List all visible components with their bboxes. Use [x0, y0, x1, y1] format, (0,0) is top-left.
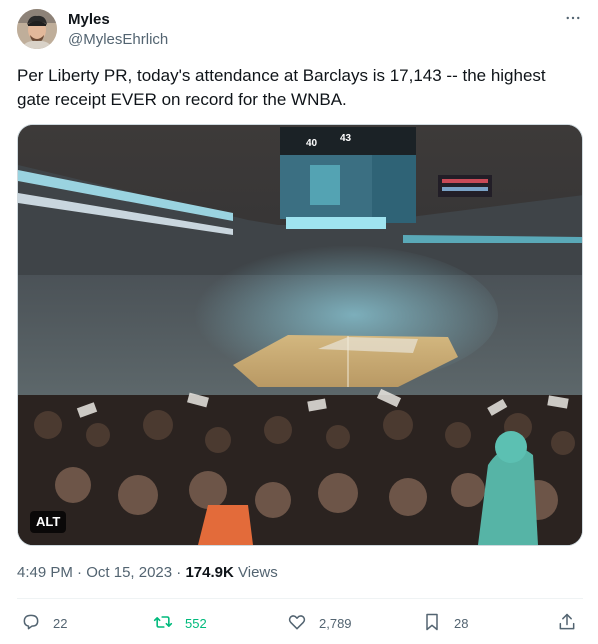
meta-separator: ·	[77, 564, 83, 581]
reply-count: 22	[53, 615, 68, 631]
author-name[interactable]: Myles	[68, 10, 110, 30]
like-icon	[287, 612, 319, 635]
reply-button[interactable]: 22	[21, 610, 67, 636]
author-handle[interactable]: @MylesEhrlich	[68, 30, 168, 50]
more-icon	[564, 9, 582, 32]
tweet-card[interactable]: Myles @MylesEhrlich Per Liberty PR, toda…	[0, 0, 598, 644]
tweet-time[interactable]: 4:49 PM	[17, 564, 73, 581]
arena-photo: 40 43	[18, 125, 582, 545]
tweet-photo[interactable]: 40 43 ALT	[17, 124, 583, 546]
repost-button[interactable]: 552	[153, 610, 207, 636]
tweet-meta: 4:49 PM · Oct 15, 2023 · 174.9K Views	[17, 563, 278, 583]
views-count: 174.9K	[185, 564, 234, 581]
bookmark-button[interactable]: 28	[422, 610, 468, 636]
scoreboard-home: 40	[306, 138, 318, 149]
like-count: 2,789	[319, 615, 352, 631]
share-icon	[557, 612, 589, 635]
divider	[17, 598, 583, 599]
tweet-text: Per Liberty PR, today's attendance at Ba…	[17, 66, 546, 109]
bookmark-icon	[422, 612, 454, 635]
tweet-date[interactable]: Oct 15, 2023	[86, 564, 172, 581]
repost-icon	[153, 612, 185, 635]
share-button[interactable]	[557, 610, 589, 636]
bookmark-count: 28	[454, 615, 469, 631]
like-button[interactable]: 2,789	[287, 610, 352, 636]
scoreboard-away: 43	[340, 133, 352, 144]
avatar[interactable]	[17, 9, 57, 49]
meta-separator: ·	[176, 564, 182, 581]
alt-text-badge[interactable]: ALT	[30, 511, 67, 533]
repost-count: 552	[185, 615, 207, 631]
views-label: Views	[238, 564, 278, 581]
action-bar: 22 552 2,789 28	[17, 610, 583, 636]
more-options-button[interactable]	[558, 9, 588, 31]
reply-icon	[21, 612, 53, 635]
